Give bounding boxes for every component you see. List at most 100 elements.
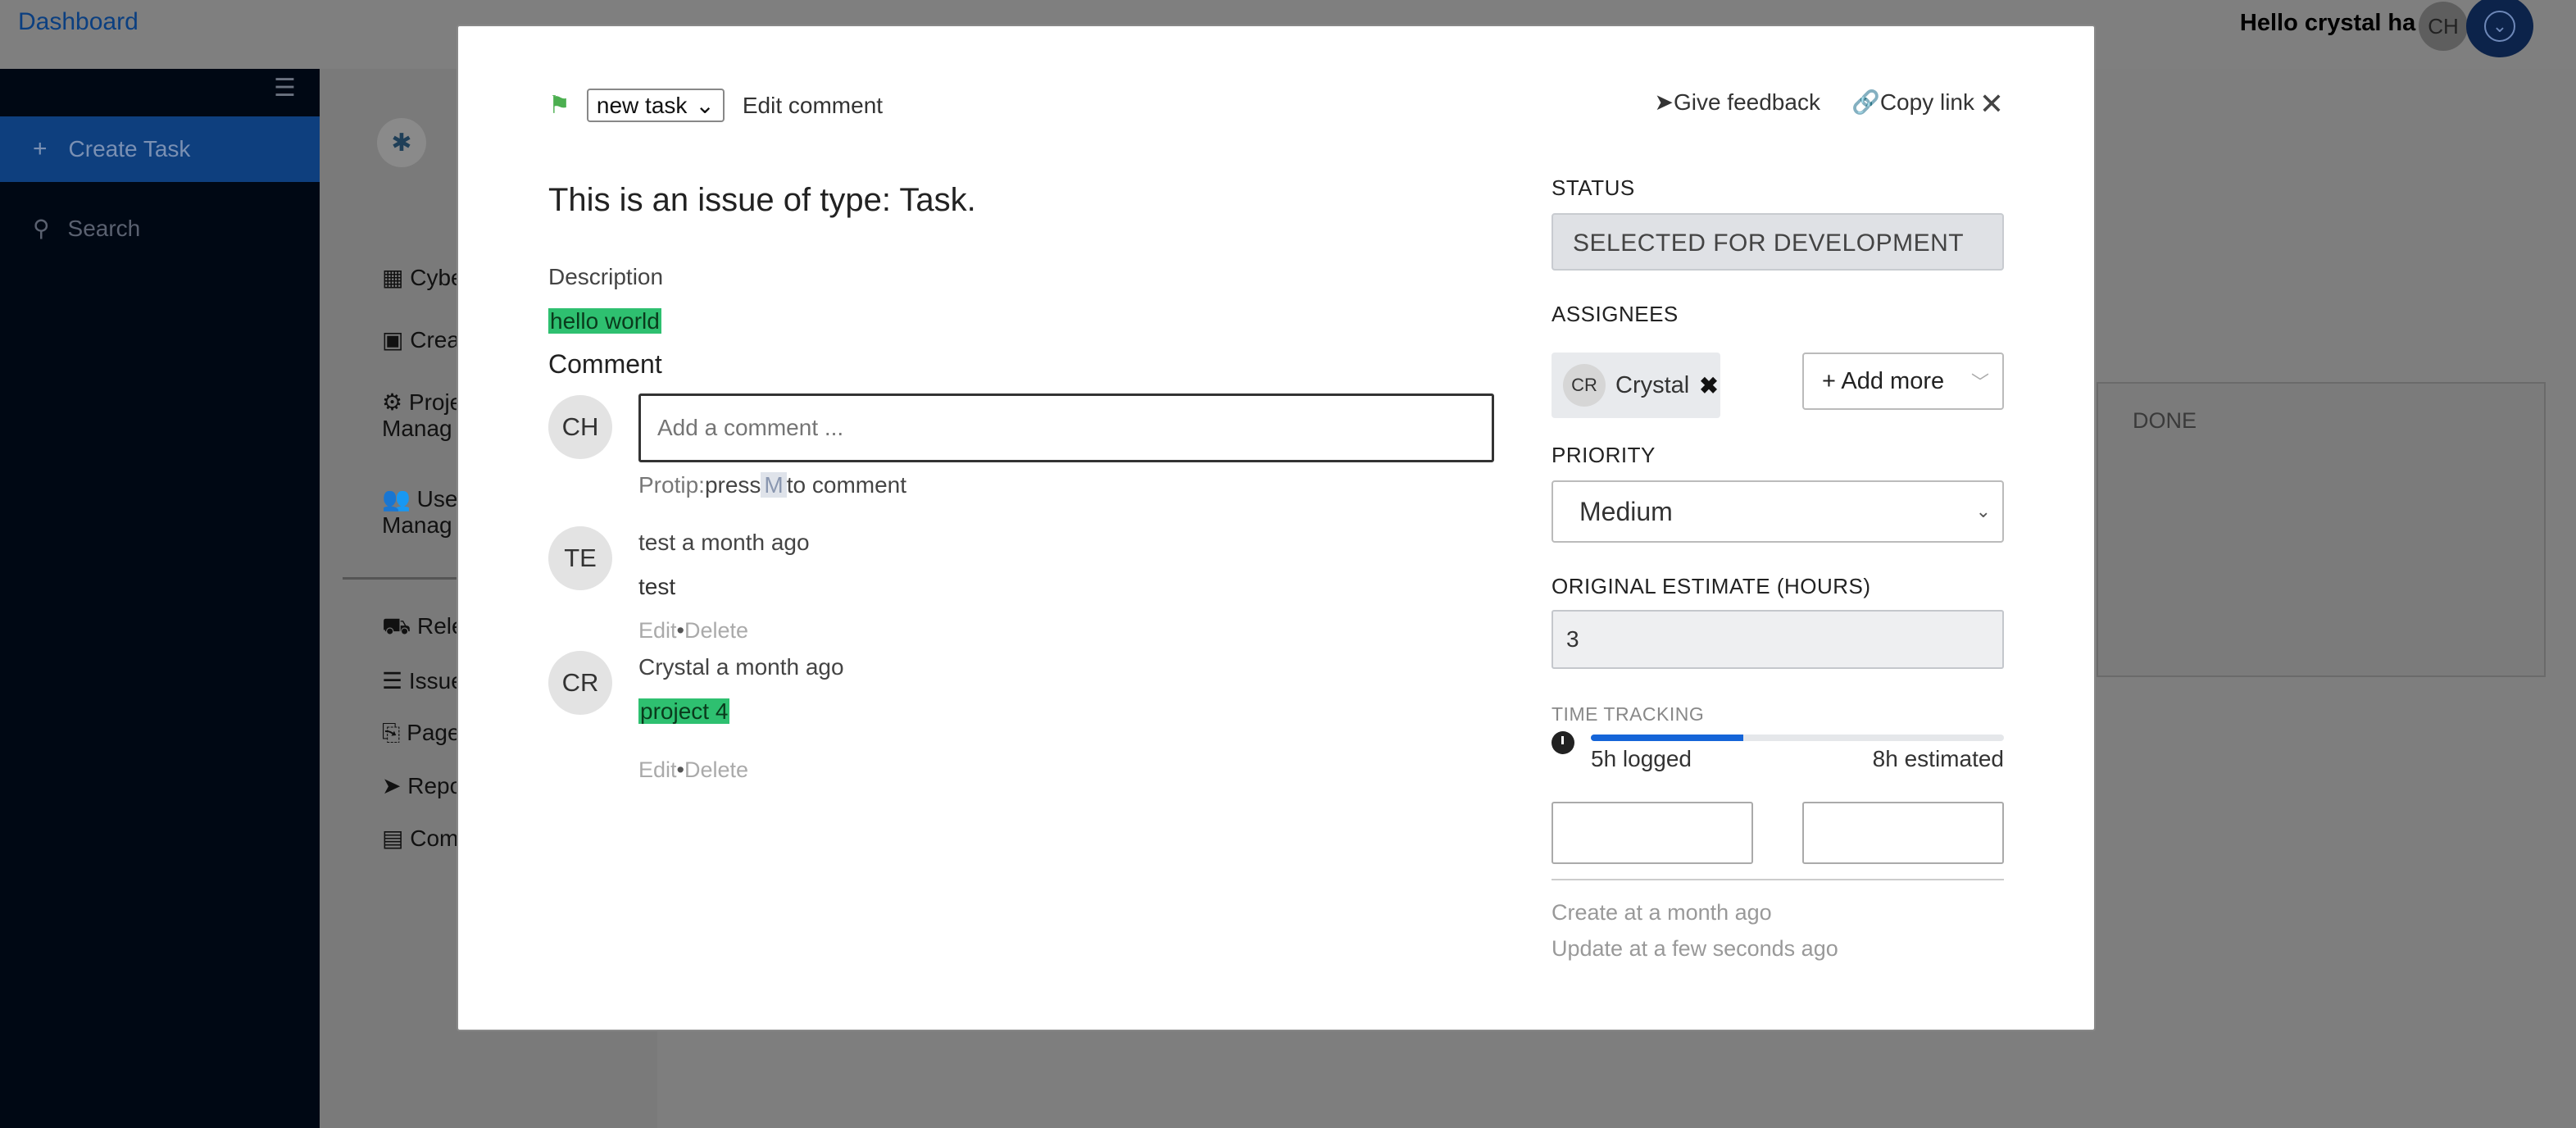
- nav-item-label: Crea: [410, 327, 460, 352]
- comment-body: test: [638, 574, 676, 599]
- sidebar: ☰ + Create Task ⚲ Search: [0, 69, 320, 1128]
- sidebar-search[interactable]: ⚲ Search: [33, 215, 140, 242]
- give-feedback-label: Give feedback: [1673, 89, 1820, 115]
- avatar: TE: [548, 526, 612, 590]
- nav-item-releases[interactable]: ⛟ Rele: [382, 613, 465, 643]
- priority-label: PRIORITY: [1552, 443, 1656, 467]
- copy-link-button[interactable]: 🔗Copy link: [1851, 89, 1974, 116]
- description-value[interactable]: hello world: [548, 308, 661, 334]
- add-assignee-select[interactable]: + Add more ﹀: [1802, 352, 2004, 410]
- nav-item-reports[interactable]: ➤ Repo: [382, 772, 462, 799]
- avatar: CR: [1563, 364, 1606, 407]
- divider: [1552, 879, 2004, 880]
- user-menu-button[interactable]: ⌄: [2466, 0, 2533, 57]
- link-icon: 🔗: [1851, 89, 1880, 115]
- create-task-label: Create Task: [68, 136, 191, 161]
- search-label: Search: [67, 215, 141, 241]
- updated-at: Update at a few seconds ago: [1552, 936, 1838, 961]
- chevron-down-icon: ﹀: [1970, 372, 1989, 393]
- edit-comment-button[interactable]: Edit: [638, 618, 677, 643]
- status-label: STATUS: [1552, 175, 1635, 200]
- flag-icon: ⚑: [548, 92, 570, 119]
- avatar: CR: [548, 651, 612, 715]
- nav-item-label: Com: [410, 826, 459, 851]
- assignee-name: Crystal: [1615, 371, 1690, 398]
- create-task-button[interactable]: + Create Task: [0, 116, 320, 182]
- time-remaining-input[interactable]: [1802, 802, 2004, 864]
- delete-comment-button[interactable]: Delete: [684, 757, 748, 782]
- nav-item-label: Use Manag: [382, 486, 458, 538]
- add-more-label: + Add more: [1822, 367, 1945, 394]
- time-logged: 5h logged: [1591, 746, 1692, 771]
- priority-select[interactable]: Medium ⌄: [1552, 480, 2004, 543]
- comment-label: Comment: [548, 349, 662, 379]
- nav-item-label: Issue: [408, 668, 464, 694]
- edit-comment-link[interactable]: Edit comment: [743, 93, 883, 119]
- comment-input[interactable]: [638, 393, 1494, 462]
- protip-text: Protip:press Mto comment: [638, 472, 906, 498]
- priority-value: Medium: [1579, 496, 1673, 526]
- estimate-input[interactable]: [1552, 610, 2004, 669]
- description-label: Description: [548, 264, 664, 289]
- protip-suffix: to comment: [786, 472, 907, 498]
- nav-item-create[interactable]: ▣ Crea: [382, 326, 460, 353]
- nav-item-users[interactable]: 👥 Use Manag: [382, 485, 457, 539]
- nav-item-issues[interactable]: ☰ Issue: [382, 667, 464, 694]
- greeting: Hello crystal ha !: [2239, 10, 2430, 36]
- comment-author: Crystal a month ago: [638, 654, 844, 680]
- give-feedback-button[interactable]: ➤Give feedback: [1654, 89, 1820, 116]
- nav-item-project-settings[interactable]: ⚙ Proje Manag: [382, 389, 462, 442]
- issue-title[interactable]: This is an issue of type: Task.: [548, 182, 976, 219]
- nav-item-board[interactable]: ▦ Cybe: [382, 264, 464, 291]
- delete-comment-button[interactable]: Delete: [684, 618, 748, 643]
- comment-author: test a month ago: [638, 530, 810, 555]
- issue-type-value: new task: [596, 92, 688, 118]
- description-text: hello world: [548, 308, 661, 334]
- issue-modal: ⚑ new task ⌄ Edit comment ➤Give feedback…: [457, 25, 2096, 1031]
- nav-item-pages[interactable]: ⎘ Page: [382, 720, 461, 747]
- nav-item-label: Repo: [407, 773, 463, 798]
- created-at: Create at a month ago: [1552, 900, 1772, 925]
- nav-item-label: Proje Manag: [382, 389, 463, 441]
- estimate-label: ORIGINAL ESTIMATE (HOURS): [1552, 574, 1871, 598]
- separator: •: [676, 618, 684, 643]
- comment-body: project 4: [638, 698, 730, 725]
- protip-press: press: [704, 472, 761, 498]
- chevron-down-icon: ⌄: [2484, 11, 2515, 42]
- assignees-label: ASSIGNEES: [1552, 302, 1679, 326]
- time-spent-input[interactable]: [1552, 802, 1753, 864]
- project-logo-icon: ✱: [377, 118, 426, 167]
- menu-list-icon[interactable]: ☰: [274, 74, 303, 102]
- edit-comment-button[interactable]: Edit: [638, 757, 677, 782]
- time-tracking-bar[interactable]: [1591, 735, 2004, 741]
- comment-actions: Edit•Delete: [638, 618, 748, 644]
- close-icon[interactable]: ✕: [1979, 87, 2004, 121]
- paper-plane-icon: ➤: [1654, 89, 1674, 115]
- chevron-down-icon: ⌄: [1975, 501, 1991, 521]
- clock-icon: [1552, 731, 1574, 754]
- time-tracking-label: TIME TRACKING: [1552, 703, 1705, 725]
- avatar: CH: [548, 395, 612, 459]
- protip-prefix: Protip:: [638, 472, 705, 498]
- time-tracking-fill: [1591, 735, 1744, 741]
- issue-type-select[interactable]: new task ⌄: [586, 89, 725, 122]
- user-avatar[interactable]: CH: [2419, 2, 2468, 51]
- nav-item-label: Cybe: [410, 265, 464, 290]
- time-estimated: 8h estimated: [1872, 746, 2004, 771]
- status-select[interactable]: SELECTED FOR DEVELOPMENT: [1552, 213, 2004, 271]
- chevron-down-icon: ⌄: [695, 93, 715, 118]
- nav-item-components[interactable]: ▤ Com: [382, 825, 458, 852]
- dashboard-link[interactable]: Dashboard: [18, 8, 139, 36]
- plus-icon: +: [33, 135, 48, 162]
- remove-assignee-icon[interactable]: ✖: [1699, 372, 1718, 399]
- assignee-chip[interactable]: CR Crystal ✖: [1552, 352, 1720, 418]
- comment-actions: Edit•Delete: [638, 757, 748, 783]
- board-column-done: DONE: [2097, 382, 2546, 677]
- column-title: DONE: [2133, 408, 2197, 433]
- protip-key: M: [761, 472, 787, 498]
- search-icon: ⚲: [33, 216, 50, 241]
- separator: •: [676, 757, 684, 782]
- comment-body-text: project 4: [638, 698, 730, 724]
- nav-item-label: Page: [407, 720, 461, 745]
- copy-link-label: Copy link: [1879, 89, 1974, 115]
